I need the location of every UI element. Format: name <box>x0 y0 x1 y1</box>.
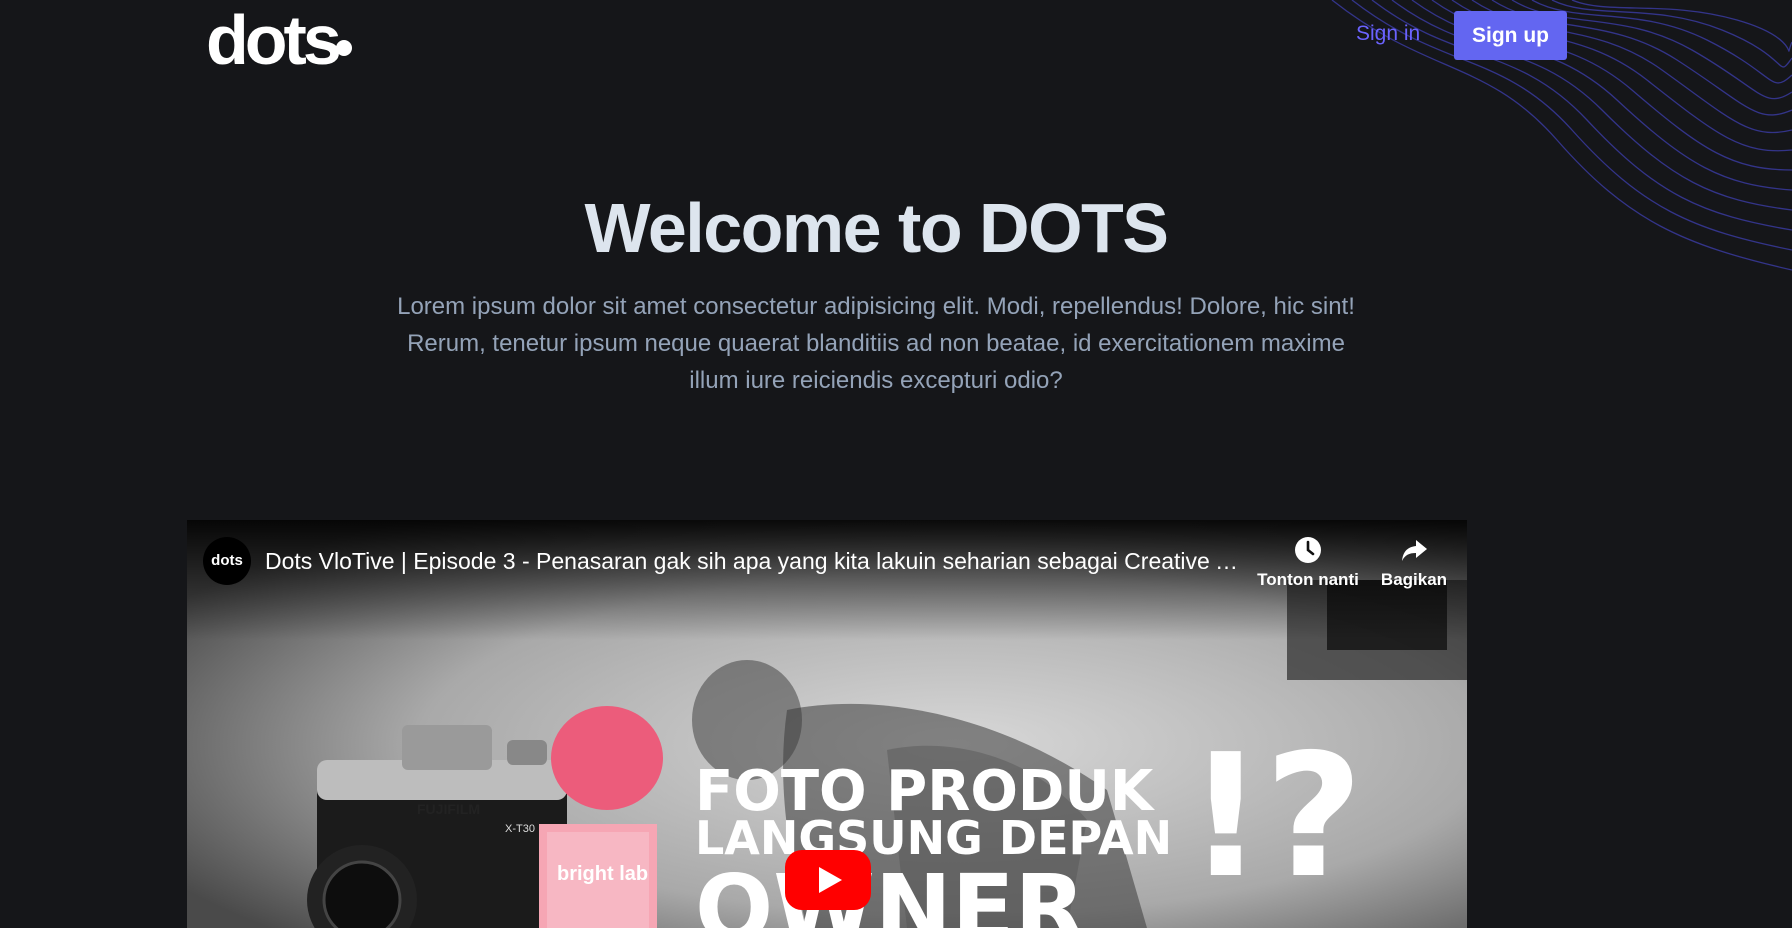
svg-text:FUJIFILM: FUJIFILM <box>417 801 480 817</box>
play-icon[interactable] <box>785 850 871 910</box>
dots-logo[interactable]: dots <box>206 1 356 79</box>
dots-logo-mark: dots <box>206 1 352 79</box>
watch-later-label: Tonton nanti <box>1257 570 1359 589</box>
svg-text:X-T30: X-T30 <box>505 823 535 835</box>
hero-description: Lorem ipsum dolor sit amet consectetur a… <box>397 293 1355 394</box>
page-title: Welcome to DOTS <box>584 189 1169 267</box>
share-icon <box>1402 540 1427 561</box>
svg-text:dots: dots <box>206 6 340 70</box>
clock-icon <box>1295 537 1321 563</box>
svg-text:bright lab: bright lab <box>557 863 648 885</box>
channel-avatar[interactable]: dots <box>203 537 251 585</box>
svg-text:OWNER: OWNER <box>695 855 1085 928</box>
watch-later-button[interactable]: Tonton nanti <box>1253 536 1363 590</box>
youtube-embed[interactable]: FUJIFILM X-T30 bright lab FOTO PRODUK LA… <box>187 520 1467 928</box>
share-label: Bagikan <box>1380 570 1448 589</box>
video-title[interactable]: Dots VloTive | Episode 3 - Penasaran gak… <box>265 548 1245 575</box>
sign-in-link[interactable]: Sign in <box>1356 22 1420 46</box>
sign-up-button[interactable]: Sign up <box>1454 11 1567 60</box>
svg-text:!?: !? <box>1187 718 1363 916</box>
share-button[interactable]: Bagikan <box>1369 536 1459 590</box>
